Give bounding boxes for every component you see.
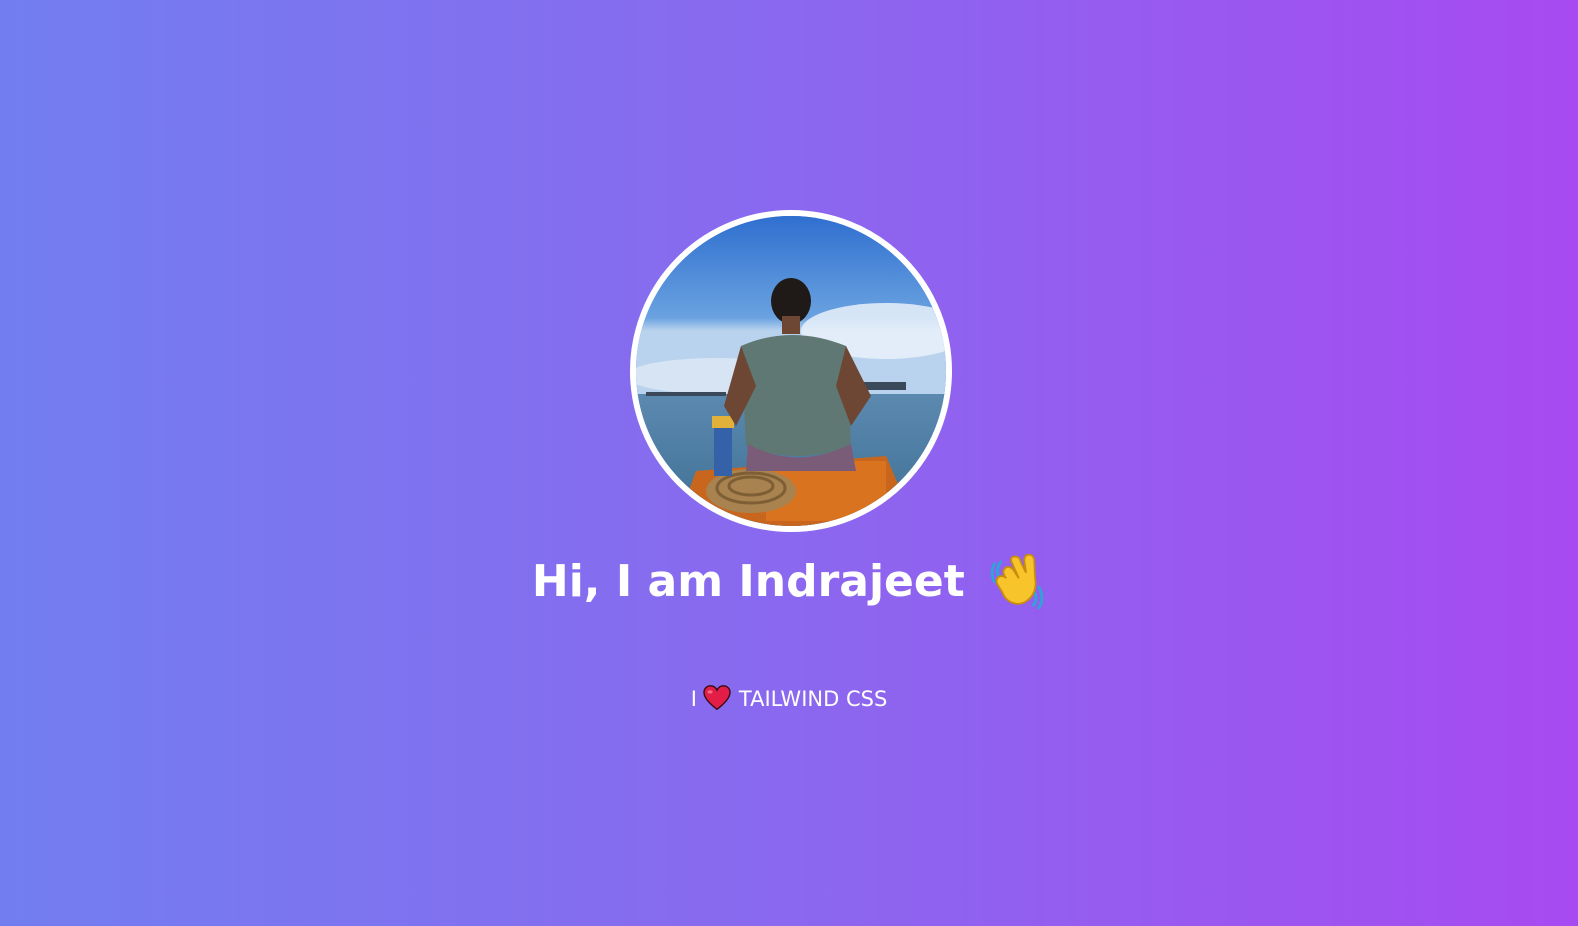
- waving-hand-icon: [988, 551, 1046, 609]
- avatar-photo: [636, 216, 946, 526]
- page-title: Hi, I am Indrajeet: [0, 552, 1578, 613]
- tagline: I TAILWIND CSS: [0, 684, 1578, 714]
- greeting-text: Hi, I am Indrajeet: [531, 556, 965, 607]
- tagline-suffix: TAILWIND CSS: [738, 687, 888, 711]
- heart-icon: [703, 685, 731, 711]
- tagline-prefix: I: [690, 687, 697, 711]
- page: Hi, I am Indrajeet I TAILWIND CSS: [0, 0, 1578, 926]
- avatar: [630, 210, 952, 532]
